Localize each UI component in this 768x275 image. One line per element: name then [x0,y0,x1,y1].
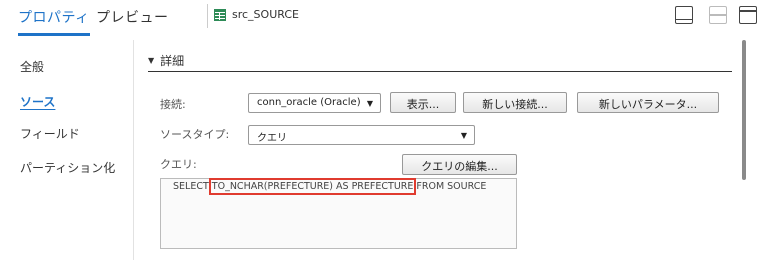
tab-preview[interactable]: プレビュー [96,7,169,27]
dropdown-arrow-icon: ▼ [366,99,373,108]
query-highlight: TO_NCHAR(PREFECTURE) AS PREFECTURE [208,178,417,195]
layout-bottom-panel-icon[interactable] [675,6,693,24]
sidebar-item-general[interactable]: 全般 [20,58,44,75]
sidebar: 全般 ソース フィールド パーティション化 [0,40,134,275]
new-connection-button[interactable]: 新しい接続... [463,92,567,113]
sidebar-item-partitioning[interactable]: パーティション化 [20,159,115,176]
dropdown-arrow-icon: ▼ [460,131,467,140]
table-icon [214,9,226,21]
object-name: src_SOURCE [232,8,299,21]
edit-query-button[interactable]: クエリの編集... [402,154,517,175]
query-suffix: FROM SOURCE [413,181,487,192]
sidebar-item-source[interactable]: ソース [20,93,55,110]
caret-down-icon: ▼ [148,56,155,65]
sidebar-item-fields[interactable]: フィールド [20,125,80,142]
connection-label: 接続: [160,98,186,111]
query-label: クエリ: [160,158,197,171]
new-parameter-button[interactable]: 新しいパラメータ... [577,92,719,113]
section-divider [148,71,732,72]
tab-bar: プロパティ プレビュー src_SOURCE [0,0,768,40]
layout-split-icon[interactable] [709,6,727,24]
section-details-header[interactable]: ▼ 詳細 [148,52,184,69]
layout-top-panel-icon[interactable] [739,6,757,24]
source-type-label: ソースタイプ: [160,128,230,141]
query-text: SELECT TO_NCHAR(PREFECTURE) AS PREFECTUR… [173,178,487,195]
source-type-value: クエリ [257,133,287,144]
tab-properties[interactable]: プロパティ [18,7,90,36]
sidebar-divider [133,40,134,260]
connection-select[interactable]: conn_oracle (Oracle) ▼ [248,93,381,113]
show-button[interactable]: 表示... [390,92,456,113]
source-type-select[interactable]: クエリ ▼ [248,125,475,145]
section-title: 詳細 [160,54,185,68]
scrollbar[interactable] [742,40,746,180]
tab-separator [207,4,208,28]
query-prefix: SELECT [173,181,212,192]
connection-value: conn_oracle (Oracle) [257,97,361,108]
